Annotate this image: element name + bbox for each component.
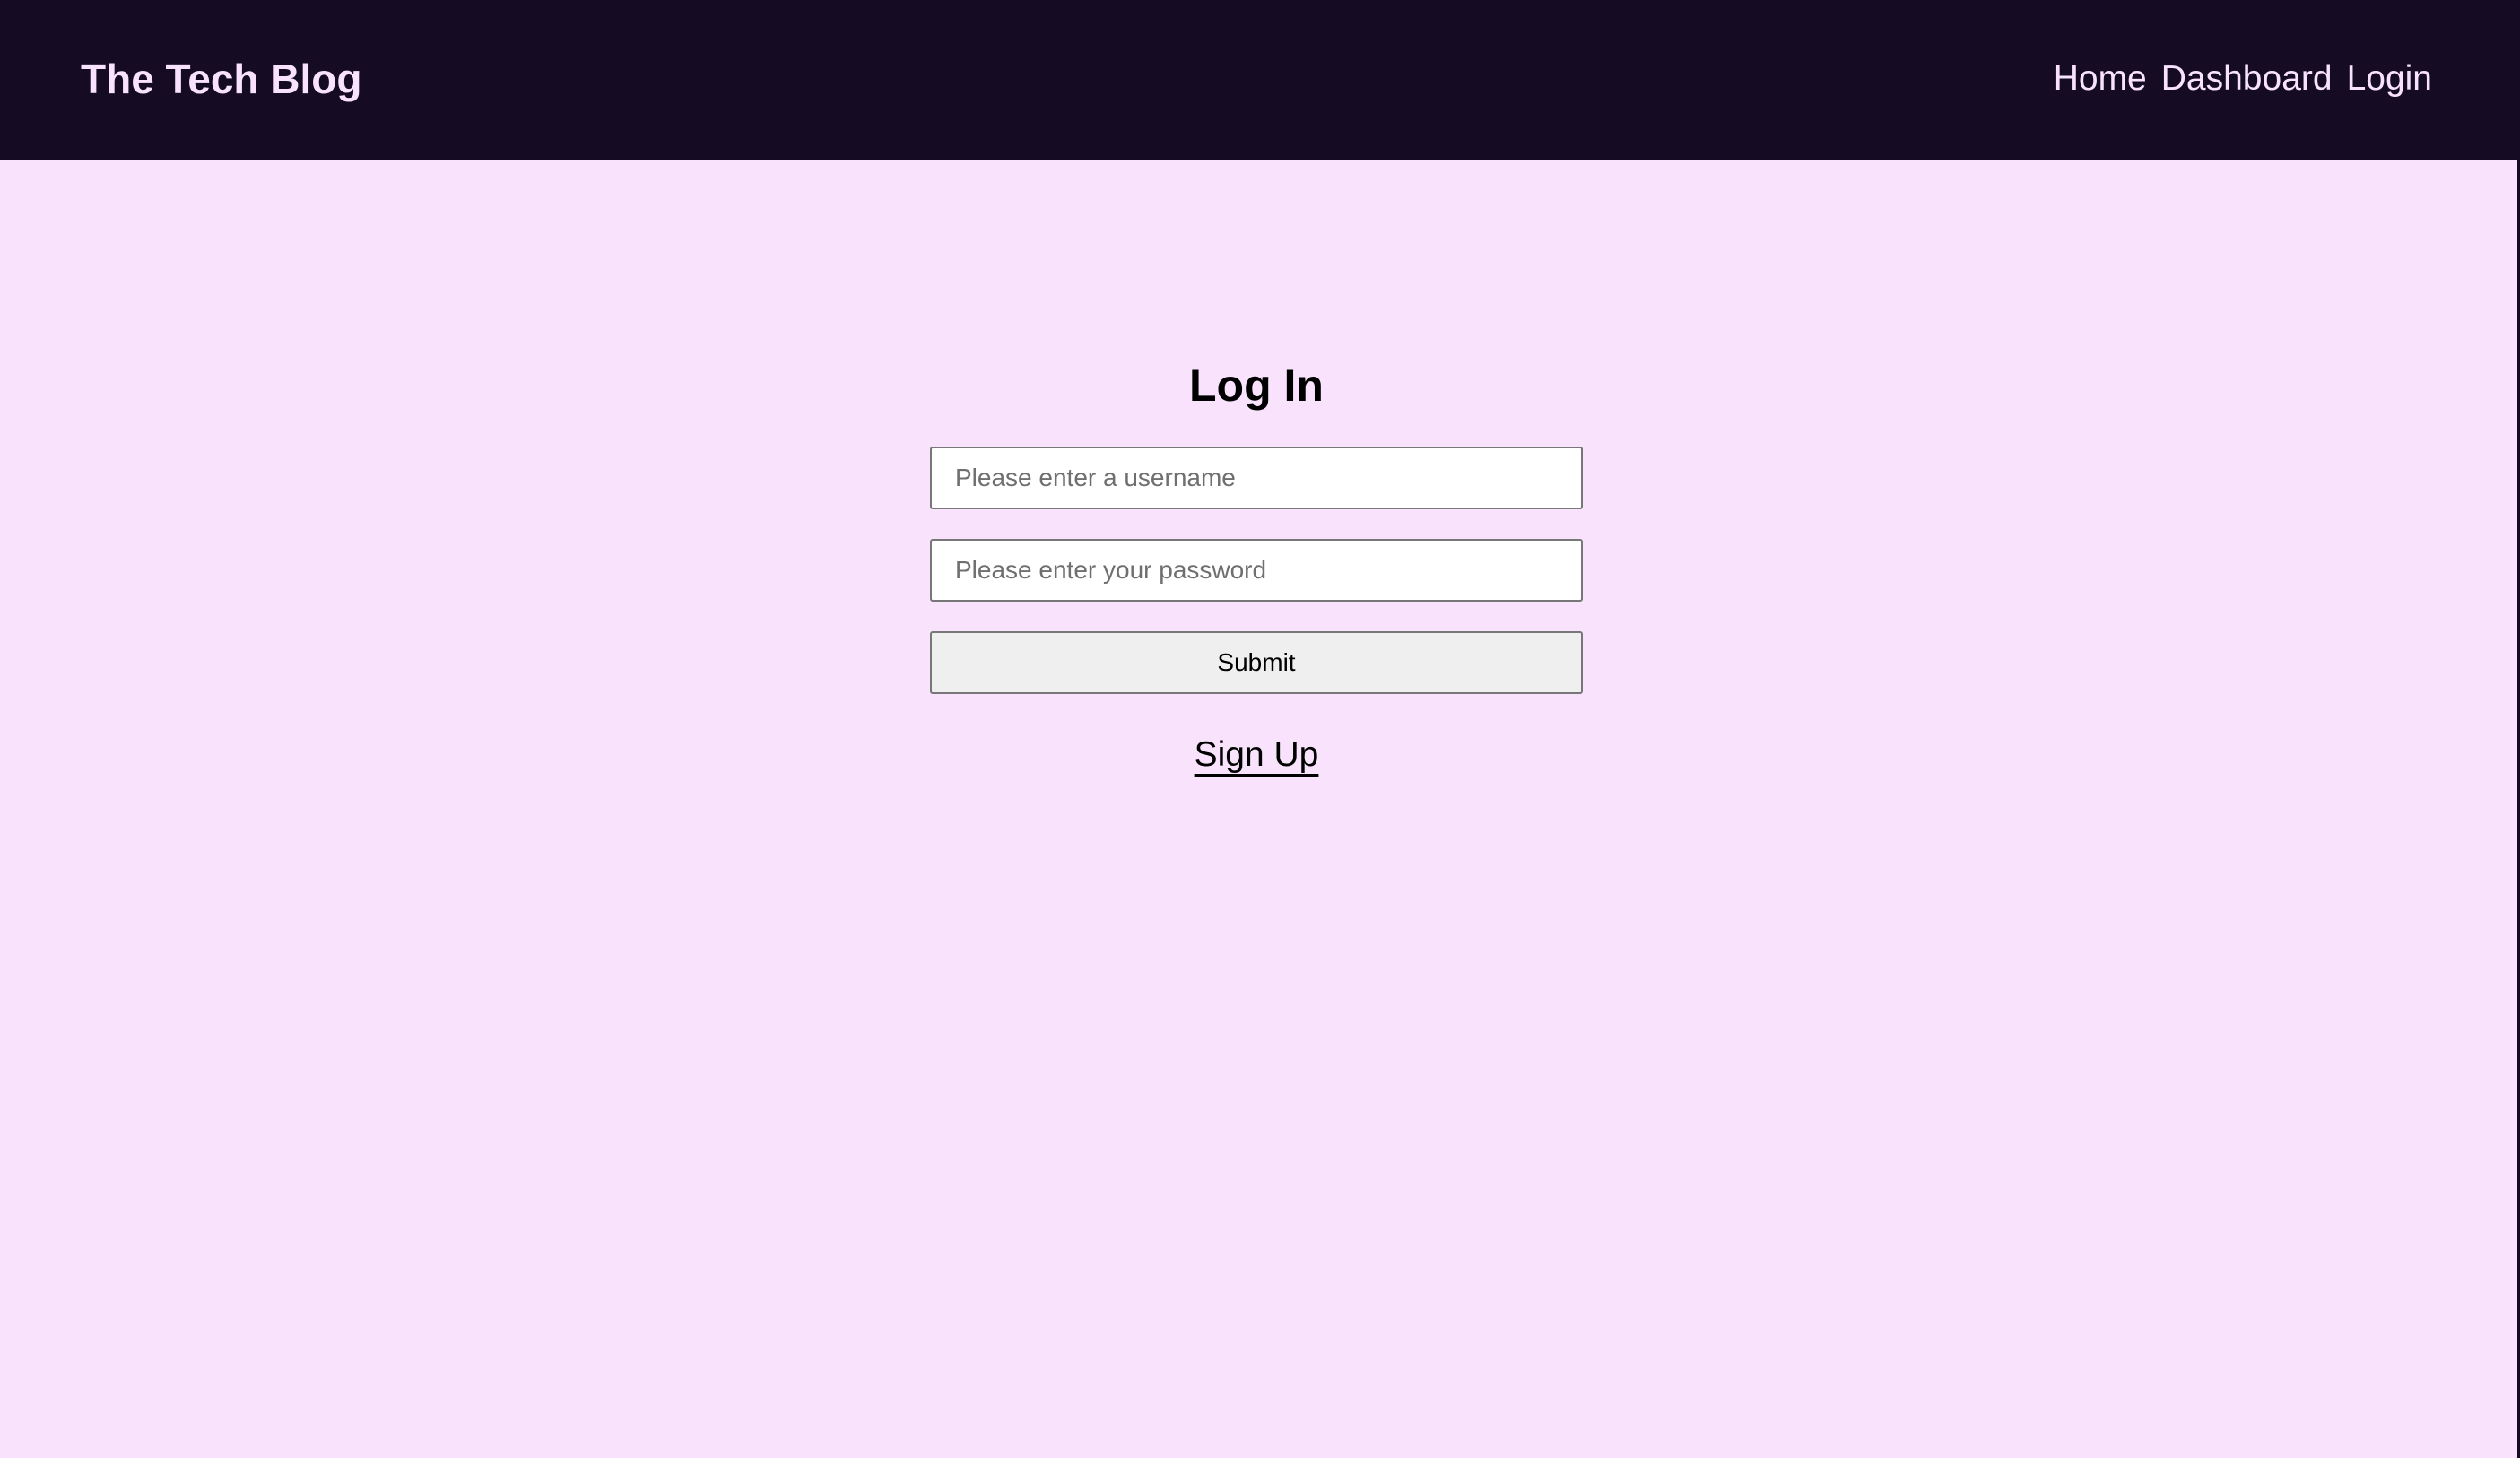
login-form: Log In Submit Sign Up <box>930 354 1583 777</box>
submit-button[interactable]: Submit <box>930 631 1583 694</box>
username-input[interactable] <box>930 447 1583 509</box>
nav-dashboard-link[interactable]: Dashboard <box>2161 57 2333 100</box>
main-nav: Home Dashboard Login <box>2054 57 2432 100</box>
password-input[interactable] <box>930 539 1583 602</box>
nav-login-link[interactable]: Login <box>2347 57 2432 100</box>
site-title: The Tech Blog <box>81 56 362 102</box>
login-title: Log In <box>1189 360 1324 411</box>
nav-home-link[interactable]: Home <box>2054 57 2147 100</box>
site-header: The Tech Blog Home Dashboard Login <box>0 0 2520 160</box>
sign-up-link[interactable]: Sign Up <box>1195 733 1319 777</box>
